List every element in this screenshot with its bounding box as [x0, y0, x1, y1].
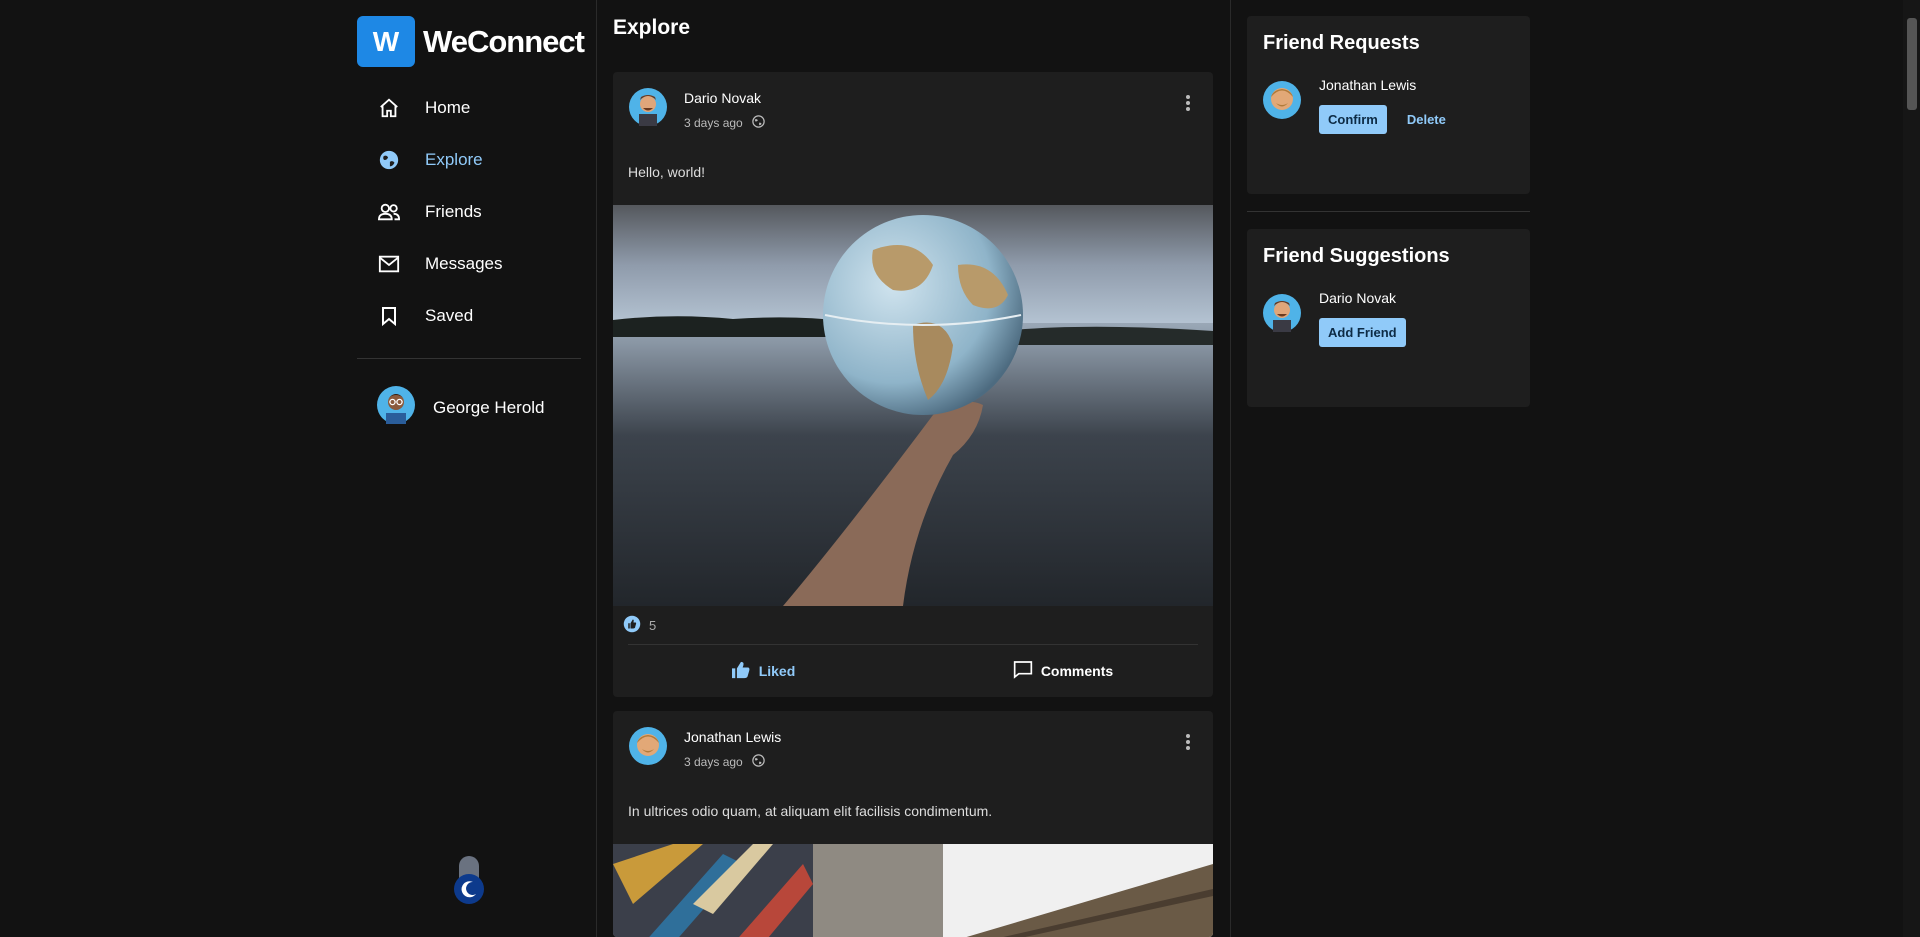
logo-mark: W	[357, 16, 415, 67]
like-count-icon	[623, 615, 641, 636]
friend-requests-card: Friend Requests Jonathan Lewis Confirm D…	[1247, 16, 1530, 194]
nav-item-home[interactable]: Home	[357, 82, 581, 134]
post-time: 3 days ago	[684, 755, 743, 769]
people-icon	[377, 200, 401, 224]
friend-suggestion-actions: Add Friend	[1319, 318, 1406, 347]
scrollbar-thumb[interactable]	[1907, 18, 1917, 110]
delete-button[interactable]: Delete	[1407, 112, 1446, 127]
avatar[interactable]	[629, 727, 667, 770]
post-image-globe[interactable]	[613, 205, 1213, 606]
post-text: In ultrices odio quam, at aliquam elit f…	[628, 803, 993, 819]
avatar[interactable]	[629, 88, 667, 131]
avatar	[377, 386, 415, 429]
post-author[interactable]: Jonathan Lewis	[684, 729, 781, 745]
friend-suggestions-card: Friend Suggestions Dario Novak Add Frien…	[1247, 229, 1530, 407]
post-text: Hello, world!	[628, 164, 706, 180]
avatar[interactable]	[1263, 81, 1301, 134]
like-label: Liked	[758, 663, 796, 679]
post-actions: Liked Comments	[613, 645, 1213, 697]
app-logo[interactable]: W WeConnect	[357, 16, 585, 67]
friend-request-item: Jonathan Lewis Confirm Delete	[1263, 77, 1514, 134]
post-stats: 5	[613, 606, 1213, 644]
thumbs-up-icon	[731, 661, 751, 682]
post-card: Jonathan Lewis 3 days ago In ultrices od…	[613, 711, 1213, 937]
post-header: Jonathan Lewis 3 days ago	[613, 711, 1213, 791]
more-options-icon[interactable]	[1185, 733, 1191, 756]
post-author[interactable]: Dario Novak	[684, 90, 761, 106]
page-scrollbar[interactable]	[1903, 0, 1920, 937]
friend-requests-title: Friend Requests	[1263, 32, 1420, 54]
add-friend-button[interactable]: Add Friend	[1319, 318, 1406, 347]
public-globe-icon	[751, 114, 766, 132]
nav-item-saved[interactable]: Saved	[357, 290, 581, 342]
avatar[interactable]	[1263, 294, 1301, 347]
friend-request-info: Jonathan Lewis Confirm Delete	[1319, 77, 1446, 134]
post-card: Dario Novak 3 days ago Hello, world! 5 L…	[613, 72, 1213, 697]
like-count: 5	[649, 617, 657, 633]
app-name: WeConnect	[423, 23, 585, 59]
post-header: Dario Novak 3 days ago	[613, 72, 1213, 152]
main-nav: Home Explore Friends Messages Saved	[357, 82, 581, 342]
right-divider	[1247, 211, 1530, 212]
home-icon	[377, 96, 401, 120]
post-meta: 3 days ago	[684, 753, 766, 771]
nav-label: Home	[425, 98, 471, 117]
friend-suggestion-name[interactable]: Dario Novak	[1319, 290, 1406, 306]
nav-label: Friends	[425, 202, 482, 221]
nav-label: Explore	[425, 150, 483, 169]
post-image-art[interactable]	[613, 844, 1213, 937]
main-feed: Explore Dario Novak 3 days ago Hello, wo…	[597, 0, 1231, 937]
nav-item-explore[interactable]: Explore	[357, 134, 581, 186]
bookmark-icon	[377, 304, 401, 328]
globe-icon	[377, 148, 401, 172]
comments-button[interactable]: Comments	[913, 645, 1213, 697]
friend-request-name[interactable]: Jonathan Lewis	[1319, 77, 1446, 93]
friend-request-actions: Confirm Delete	[1319, 105, 1446, 134]
nav-divider	[357, 358, 581, 359]
post-time: 3 days ago	[684, 116, 743, 130]
post-meta: 3 days ago	[684, 114, 766, 132]
public-globe-icon	[751, 753, 766, 771]
theme-toggle[interactable]	[452, 856, 486, 906]
comment-icon	[1013, 660, 1033, 682]
comments-label: Comments	[1040, 663, 1114, 679]
nav-label: Messages	[425, 254, 503, 273]
page-title: Explore	[613, 16, 691, 39]
friend-suggestion-info: Dario Novak Add Friend	[1319, 290, 1406, 347]
friend-suggestion-item: Dario Novak Add Friend	[1263, 290, 1514, 347]
confirm-button[interactable]: Confirm	[1319, 105, 1387, 134]
more-options-icon[interactable]	[1185, 94, 1191, 117]
nav-item-friends[interactable]: Friends	[357, 186, 581, 238]
nav-item-messages[interactable]: Messages	[357, 238, 581, 290]
nav-label: Saved	[425, 306, 474, 325]
right-panel: Friend Requests Jonathan Lewis Confirm D…	[1247, 16, 1530, 407]
user-profile[interactable]: George Herold	[377, 386, 545, 429]
profile-name: George Herold	[433, 397, 545, 417]
friend-suggestions-title: Friend Suggestions	[1263, 245, 1450, 267]
like-button[interactable]: Liked	[613, 645, 913, 697]
mail-icon	[377, 252, 401, 276]
sidebar: W WeConnect Home Explore Friends Message…	[357, 0, 597, 937]
